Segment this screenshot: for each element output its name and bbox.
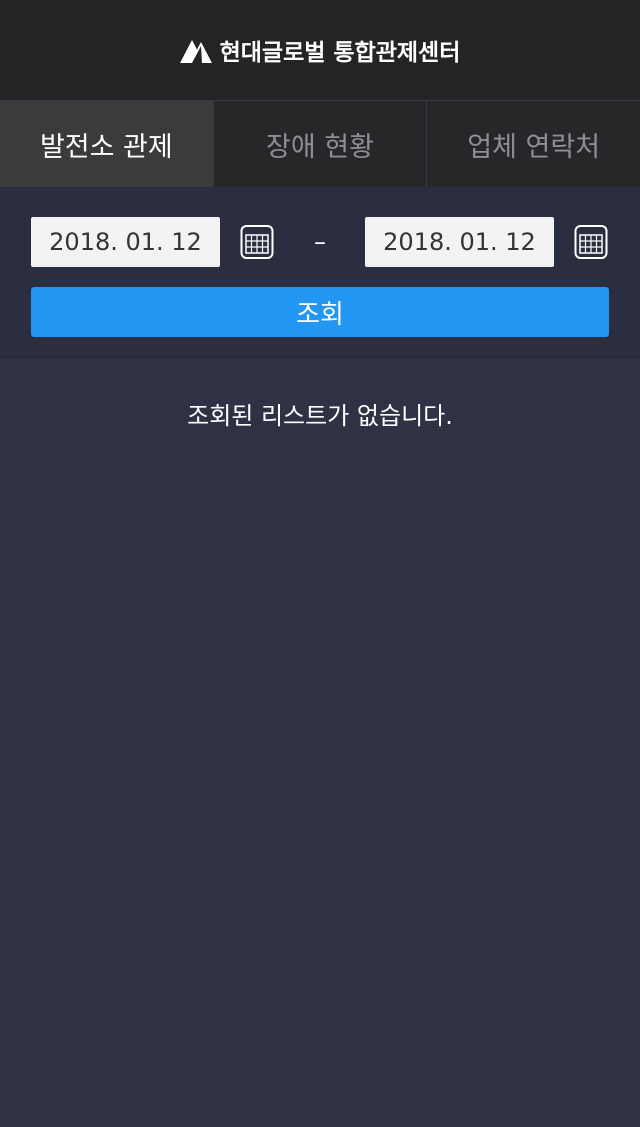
tab-label: 발전소 관제	[39, 131, 173, 163]
calendar-icon	[240, 225, 274, 259]
end-date-field[interactable]: 2018. 01. 12	[365, 217, 554, 267]
date-separator: –	[314, 228, 326, 256]
logo-icon	[179, 40, 212, 63]
start-calendar-button[interactable]	[239, 224, 275, 260]
start-date-field[interactable]: 2018. 01. 12	[31, 217, 220, 267]
tab-failure-status[interactable]: 장애 현황	[214, 101, 428, 187]
tab-label: 장애 현황	[266, 131, 374, 163]
tab-plant-control[interactable]: 발전소 관제	[0, 101, 214, 187]
search-button[interactable]: 조회	[31, 287, 609, 337]
brand-logo: 현대글로벌 통합관제센터	[179, 33, 461, 67]
search-panel: 2018. 01. 12 – 2018. 01. 12 조회	[0, 187, 640, 358]
tab-label: 업체 연락처	[467, 131, 601, 163]
empty-list-message: 조회된 리스트가 없습니다.	[187, 402, 453, 430]
end-calendar-button[interactable]	[573, 224, 609, 260]
app-title: 현대글로벌 통합관제센터	[219, 40, 461, 66]
app-header: 현대글로벌 통합관제센터	[0, 0, 640, 100]
calendar-icon	[574, 225, 608, 259]
tab-bar: 발전소 관제 장애 현황 업체 연락처	[0, 100, 640, 187]
tab-vendor-contacts[interactable]: 업체 연락처	[427, 101, 640, 187]
date-range-row: 2018. 01. 12 – 2018. 01. 12	[31, 217, 609, 267]
